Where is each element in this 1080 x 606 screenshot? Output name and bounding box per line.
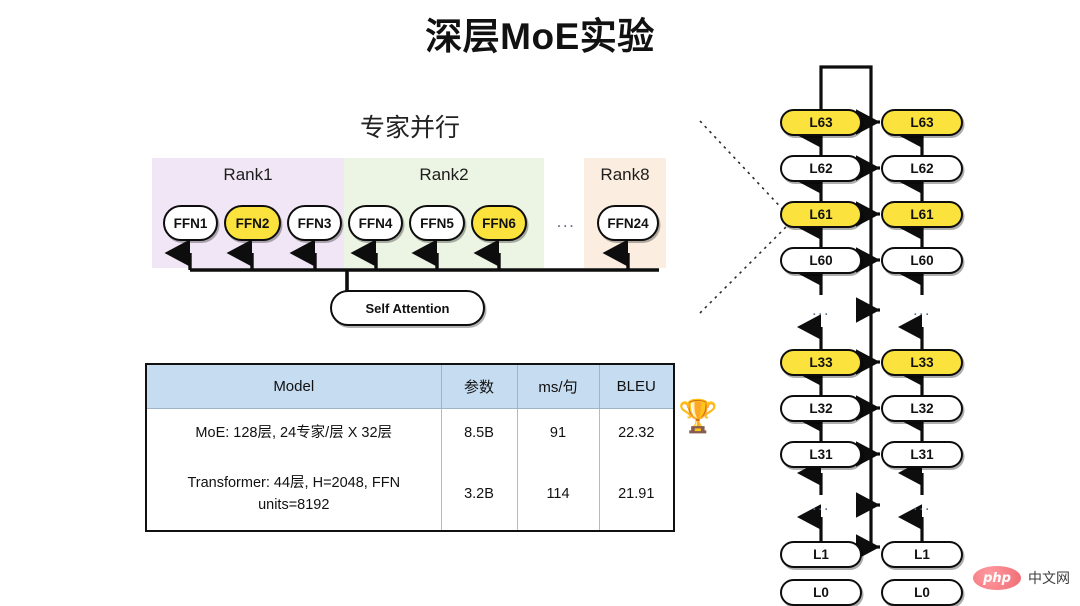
- layer-node-left-l32[interactable]: L32: [780, 395, 862, 422]
- layer-node-right-l61[interactable]: L61: [881, 201, 963, 228]
- layer-ellipsis-right-upper: ...: [913, 302, 931, 319]
- cell-ms-moe: 91: [517, 408, 600, 459]
- table-row: MoE: 128层, 24专家/层 X 32层 8.5B 91 22.32: [146, 408, 674, 459]
- layer-stack-diagram: L63 L62 L61 L60 ... L33 L32 L31 ... L1 L…: [690, 55, 1000, 606]
- cell-params-moe: 8.5B: [441, 408, 518, 459]
- layer-node-left-l31[interactable]: L31: [780, 441, 862, 468]
- layer-node-right-l63[interactable]: L63: [881, 109, 963, 136]
- cell-params-transformer: 3.2B: [441, 458, 518, 532]
- slide-canvas: 深层MoE实验 专家并行 Rank1 Rank2 Rank8 FFN1 FFN2…: [0, 0, 1080, 606]
- cell-bleu-transformer: 21.91: [618, 485, 655, 502]
- watermark-label: 中文网: [1028, 570, 1070, 586]
- cell-model-transformer: Transformer: 44层, H=2048, FFN units=8192: [146, 458, 442, 532]
- cell-model-moe: MoE: 128层, 24专家/层 X 32层: [146, 408, 442, 459]
- page-title: 深层MoE实验: [425, 16, 655, 57]
- watermark: php 中文网: [973, 566, 1070, 590]
- layer-ellipsis-left-upper: ...: [812, 302, 830, 319]
- layer-node-right-l1[interactable]: L1: [881, 541, 963, 568]
- layer-node-left-l63[interactable]: L63: [780, 109, 862, 136]
- layer-node-left-l62[interactable]: L62: [780, 155, 862, 182]
- layer-node-right-l32[interactable]: L32: [881, 395, 963, 422]
- layer-node-right-l31[interactable]: L31: [881, 441, 963, 468]
- layer-ellipsis-left-lower: ...: [812, 497, 830, 514]
- layer-node-right-l62[interactable]: L62: [881, 155, 963, 182]
- layer-node-left-l1[interactable]: L1: [780, 541, 862, 568]
- column-header-model: Model: [146, 364, 442, 409]
- expert-parallel-title: 专家并行: [359, 114, 460, 142]
- layer-node-left-l33[interactable]: L33: [780, 349, 862, 376]
- layer-node-right-l33[interactable]: L33: [881, 349, 963, 376]
- self-attention-node[interactable]: Self Attention: [330, 290, 485, 326]
- layer-ellipsis-right-lower: ...: [913, 497, 931, 514]
- layer-node-right-l60[interactable]: L60: [881, 247, 963, 274]
- layer-node-left-l61[interactable]: L61: [780, 201, 862, 228]
- expert-parallel-connectors: [164, 239, 659, 300]
- column-header-bleu: BLEU: [599, 364, 674, 409]
- php-logo-icon: php: [973, 566, 1021, 590]
- cell-ms-transformer: 114: [517, 458, 600, 532]
- table-row: Transformer: 44层, H=2048, FFN units=8192…: [146, 458, 674, 532]
- table-header-row: Model 参数 ms/句 BLEU: [146, 364, 674, 409]
- column-header-ms: ms/句: [517, 364, 600, 409]
- column-header-params: 参数: [441, 364, 518, 409]
- layer-node-left-l60[interactable]: L60: [780, 247, 862, 274]
- cell-bleu-moe: 22.32: [618, 425, 655, 441]
- results-table: Model 参数 ms/句 BLEU MoE: 128层, 24专家/层 X 3…: [145, 363, 675, 533]
